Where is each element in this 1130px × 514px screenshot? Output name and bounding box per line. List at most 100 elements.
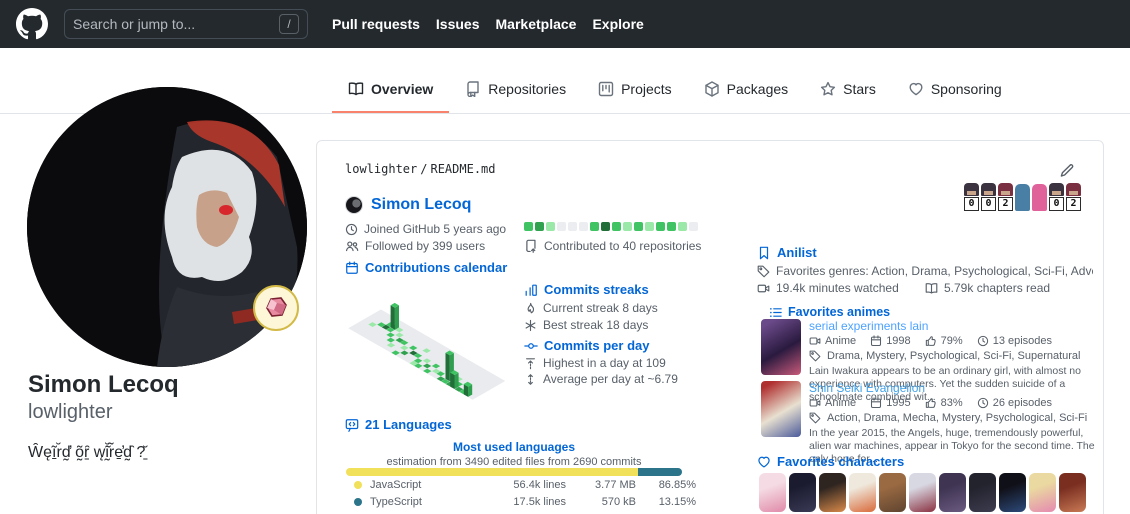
pixel-visitor-counter: 00202 bbox=[964, 183, 1081, 211]
contributed-info: Contributed to 40 repositories bbox=[524, 239, 701, 253]
character-avatar[interactable] bbox=[999, 473, 1026, 512]
tab-projects[interactable]: Projects bbox=[582, 67, 688, 113]
readme-user-link[interactable]: Simon Lecoq bbox=[345, 196, 471, 214]
most-used-languages-link[interactable]: Most used languages bbox=[345, 440, 683, 454]
contribution-square bbox=[557, 222, 566, 231]
contributions-isometric-calendar bbox=[343, 279, 515, 405]
character-avatar[interactable] bbox=[1029, 473, 1056, 512]
commits-streaks-link[interactable]: Commits streaks bbox=[524, 282, 649, 297]
character-avatar[interactable] bbox=[759, 473, 786, 512]
tab-overview[interactable]: Overview bbox=[332, 67, 449, 113]
character-avatar[interactable] bbox=[939, 473, 966, 512]
search-box[interactable]: / bbox=[64, 9, 308, 39]
character-avatar[interactable] bbox=[819, 473, 846, 512]
language-bar-segment bbox=[638, 468, 682, 476]
contribution-square bbox=[678, 222, 687, 231]
anilist-favorite-genres: Favorites genres: Action, Drama, Psychol… bbox=[757, 264, 1093, 278]
search-input[interactable] bbox=[73, 16, 273, 32]
readme-user-name: Simon Lecoq bbox=[371, 196, 471, 214]
contribution-square bbox=[568, 222, 577, 231]
anime-year: 1995 bbox=[870, 397, 910, 409]
character-avatar[interactable] bbox=[849, 473, 876, 512]
favorites-characters-link[interactable]: Favorites characters bbox=[757, 454, 904, 469]
tab-stars[interactable]: Stars bbox=[804, 67, 892, 113]
breadcrumb-repo[interactable]: lowlighter bbox=[345, 162, 417, 176]
current-streak: Current streak 8 days bbox=[524, 301, 658, 315]
pink-gem-icon bbox=[263, 295, 289, 321]
tab-label: Packages bbox=[727, 81, 788, 97]
languages-estimation-note: estimation from 3490 edited files from 2… bbox=[345, 456, 683, 468]
contribution-square bbox=[689, 222, 698, 231]
favorites-animes-link[interactable]: Favorites animes bbox=[769, 305, 890, 319]
language-color-dot bbox=[354, 498, 362, 506]
contribution-square bbox=[524, 222, 533, 231]
anime-episodes: 26 episodes bbox=[977, 397, 1052, 409]
tab-repositories[interactable]: Repositories bbox=[449, 67, 582, 113]
pixel-figure bbox=[1032, 184, 1047, 211]
average-per-day: Average per day at ~6.79 bbox=[524, 372, 678, 386]
readme-card: lowlighter/README.md 00202 Simon Lecoq J… bbox=[316, 140, 1104, 514]
character-avatar[interactable] bbox=[1059, 473, 1086, 512]
character-avatar[interactable] bbox=[879, 473, 906, 512]
anime-title-link[interactable]: serial experiments lain bbox=[809, 319, 1101, 333]
character-avatar[interactable] bbox=[969, 473, 996, 512]
anilist-stats: 19.4k minutes watched 5.79k chapters rea… bbox=[757, 281, 1093, 295]
pixel-figure: 2 bbox=[1066, 183, 1081, 211]
language-row: JavaScript 56.4k lines 3.77 MB 86.85% bbox=[346, 479, 696, 491]
nav-marketplace[interactable]: Marketplace bbox=[496, 16, 577, 32]
tab-label: Overview bbox=[371, 81, 433, 97]
top-navbar: / Pull requests Issues Marketplace Explo… bbox=[0, 0, 1130, 48]
nav-pull-requests[interactable]: Pull requests bbox=[332, 16, 420, 32]
anime-genres: Action, Drama, Mecha, Mystery, Psycholog… bbox=[809, 412, 1101, 424]
anime-cover[interactable] bbox=[761, 381, 801, 437]
pixel-figure: 2 bbox=[998, 183, 1013, 211]
tab-packages[interactable]: Packages bbox=[688, 67, 804, 113]
profile-name: Simon Lecoq bbox=[28, 371, 179, 400]
character-avatar[interactable] bbox=[789, 473, 816, 512]
book-open-icon bbox=[925, 282, 938, 295]
contribution-square bbox=[623, 222, 632, 231]
character-avatar[interactable] bbox=[909, 473, 936, 512]
contribution-square bbox=[590, 222, 599, 231]
anilist-link[interactable]: Anilist bbox=[757, 245, 817, 260]
arrow-top-icon bbox=[524, 357, 537, 370]
flame-icon bbox=[524, 302, 537, 315]
top-nav-links: Pull requests Issues Marketplace Explore bbox=[332, 16, 644, 32]
contribution-squares bbox=[524, 222, 698, 231]
profile-bio: W̑ęĩ̱r̆d̰̓ õ̰ṟ̑ w̨̃ḭ̆r̃e̱̓d̰̑ ?̱̆ bbox=[28, 443, 308, 463]
nav-explore[interactable]: Explore bbox=[592, 16, 643, 32]
readme-breadcrumb: lowlighter/README.md bbox=[345, 162, 496, 176]
minutes-watched: 19.4k minutes watched bbox=[757, 281, 925, 295]
github-profile-page: / Pull requests Issues Marketplace Explo… bbox=[0, 0, 1130, 514]
tag-icon bbox=[809, 412, 821, 424]
contribution-square bbox=[535, 222, 544, 231]
bookmark-icon bbox=[757, 246, 771, 260]
contribution-square bbox=[579, 222, 588, 231]
book-icon bbox=[348, 81, 364, 97]
tab-sponsoring[interactable]: Sponsoring bbox=[892, 67, 1018, 113]
achievement-badge[interactable] bbox=[253, 285, 299, 331]
tab-label: Projects bbox=[621, 81, 672, 97]
language-color-dot bbox=[354, 481, 362, 489]
anime-cover[interactable] bbox=[761, 319, 801, 375]
pencil-edit-icon[interactable] bbox=[1059, 163, 1075, 179]
contribution-square bbox=[546, 222, 555, 231]
commits-per-day-link[interactable]: Commits per day bbox=[524, 338, 649, 353]
github-logo-icon[interactable] bbox=[16, 8, 48, 40]
search-shortcut-hint: / bbox=[279, 14, 299, 34]
contributions-calendar-link[interactable]: Contributions calendar bbox=[345, 260, 507, 275]
anime-genres: Drama, Mystery, Psychological, Sci-Fi, S… bbox=[809, 350, 1101, 362]
tab-label: Stars bbox=[843, 81, 876, 97]
project-icon bbox=[598, 81, 614, 97]
pixel-figure bbox=[1015, 184, 1030, 211]
languages-link[interactable]: 21 Languages bbox=[345, 417, 452, 432]
contribution-square bbox=[645, 222, 654, 231]
followers-info: Followed by 399 users bbox=[345, 239, 485, 253]
tv-icon bbox=[809, 335, 821, 347]
language-bar-segment bbox=[346, 468, 638, 476]
tv-icon bbox=[757, 282, 770, 295]
highest-per-day: Highest in a day at 109 bbox=[524, 356, 666, 370]
list-icon bbox=[769, 306, 782, 319]
nav-issues[interactable]: Issues bbox=[436, 16, 480, 32]
anime-title-link[interactable]: Shin Seiki Evangelion bbox=[809, 381, 1101, 395]
